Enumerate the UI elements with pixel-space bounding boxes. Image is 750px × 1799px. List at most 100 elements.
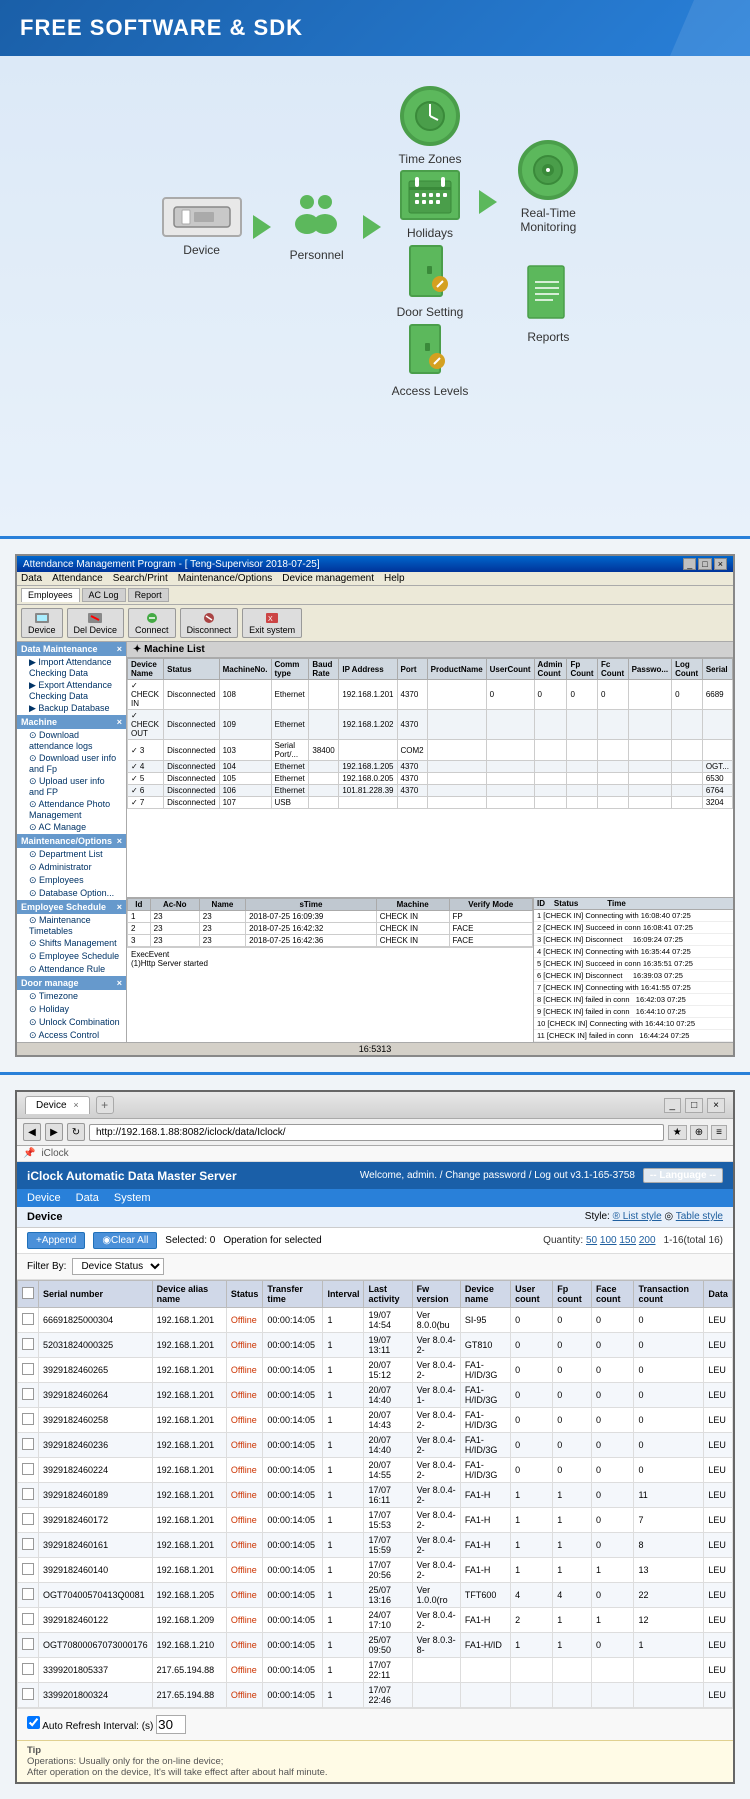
sidebar-dept[interactable]: ⊙ Department List bbox=[17, 848, 126, 861]
sidebar-admin[interactable]: ⊙ Administrator bbox=[17, 861, 126, 874]
table-row[interactable]: 3929182460265192.168.1.201Offline00:00:1… bbox=[18, 1358, 733, 1383]
qty-50[interactable]: 50 bbox=[586, 1235, 597, 1246]
select-all-checkbox[interactable] bbox=[22, 1287, 34, 1299]
qty-200[interactable]: 200 bbox=[639, 1235, 656, 1246]
bookmark-icon[interactable]: ⊕ bbox=[690, 1125, 708, 1140]
table-row[interactable]: ✓ 4Disconnected104Ethernet192.168.1.2054… bbox=[128, 761, 733, 773]
col-face[interactable]: Face count bbox=[592, 1281, 634, 1308]
win-close[interactable]: × bbox=[707, 1098, 725, 1113]
table-row[interactable]: 3929182460236192.168.1.201Offline00:00:1… bbox=[18, 1433, 733, 1458]
filter-select[interactable]: Device Status bbox=[72, 1258, 164, 1275]
sidebar-timetable[interactable]: ⊙ Maintenance Timetables bbox=[17, 914, 126, 937]
table-row[interactable]: 66691825000304192.168.1.201Offline00:00:… bbox=[18, 1308, 733, 1333]
table-row[interactable]: OGT70800067073000176192.168.1.210Offline… bbox=[18, 1633, 733, 1658]
sidebar-ac[interactable]: ⊙ AC Manage bbox=[17, 821, 126, 834]
star-icon[interactable]: ★ bbox=[668, 1125, 687, 1140]
table-row[interactable]: 3399201800324217.65.194.88Offline00:00:1… bbox=[18, 1683, 733, 1708]
sidebar-ul-user[interactable]: ⊙ Upload user info and FP bbox=[17, 775, 126, 798]
sidebar-employees[interactable]: ⊙ Employees bbox=[17, 874, 126, 887]
table-row[interactable]: 3929182460161192.168.1.201Offline00:00:1… bbox=[18, 1533, 733, 1558]
row-checkbox[interactable] bbox=[22, 1688, 34, 1700]
menu-attendance[interactable]: Attendance bbox=[52, 573, 103, 584]
table-style-btn[interactable]: Table style bbox=[676, 1211, 723, 1222]
qty-150[interactable]: 150 bbox=[619, 1235, 636, 1246]
sidebar-section-maintenance[interactable]: Maintenance/Options× bbox=[17, 834, 126, 848]
row-checkbox[interactable] bbox=[22, 1388, 34, 1400]
sidebar-section-schedule[interactable]: Employee Schedule× bbox=[17, 900, 126, 914]
sidebar-att-rule[interactable]: ⊙ Attendance Rule bbox=[17, 963, 126, 976]
row-checkbox[interactable] bbox=[22, 1513, 34, 1525]
qty-100[interactable]: 100 bbox=[600, 1235, 617, 1246]
menu-device[interactable]: Device management bbox=[282, 573, 374, 584]
row-checkbox[interactable] bbox=[22, 1413, 34, 1425]
row-checkbox[interactable] bbox=[22, 1538, 34, 1550]
table-row[interactable]: ✓ 6Disconnected106Ethernet101.81.228.394… bbox=[128, 785, 733, 797]
row-checkbox[interactable] bbox=[22, 1563, 34, 1575]
table-row[interactable]: ✓ 5Disconnected105Ethernet192.168.0.2054… bbox=[128, 773, 733, 785]
btn-exit[interactable]: X Exit system bbox=[242, 608, 302, 638]
btn-disconnect[interactable]: Disconnect bbox=[180, 608, 239, 638]
table-row[interactable]: 123232018-07-25 16:09:39CHECK INFP bbox=[128, 911, 533, 923]
row-checkbox[interactable] bbox=[22, 1363, 34, 1375]
table-row[interactable]: 3929182460122192.168.1.209Offline00:00:1… bbox=[18, 1608, 733, 1633]
col-transfer[interactable]: Transfer time bbox=[263, 1281, 323, 1308]
nav-device[interactable]: Device bbox=[27, 1192, 61, 1204]
table-row[interactable]: 323232018-07-25 16:42:36CHECK INFACE bbox=[128, 935, 533, 947]
tab-report[interactable]: Report bbox=[128, 588, 169, 602]
sw-window-controls[interactable]: _ □ × bbox=[683, 558, 727, 570]
append-btn[interactable]: +Append bbox=[27, 1232, 85, 1249]
row-checkbox[interactable] bbox=[22, 1613, 34, 1625]
row-checkbox[interactable] bbox=[22, 1588, 34, 1600]
sidebar-holiday[interactable]: ⊙ Holiday bbox=[17, 1003, 126, 1016]
sidebar-access[interactable]: ⊙ Access Control Privilege bbox=[17, 1029, 126, 1042]
url-bar[interactable]: http://192.168.1.88:8082/iclock/data/Icl… bbox=[89, 1124, 664, 1141]
table-row[interactable]: 3929182460189192.168.1.201Offline00:00:1… bbox=[18, 1483, 733, 1508]
tab-close-icon[interactable]: × bbox=[73, 1100, 78, 1110]
nav-forward-btn[interactable]: ▶ bbox=[45, 1123, 63, 1141]
btn-del-device[interactable]: Del Device bbox=[67, 608, 125, 638]
tab-aclog[interactable]: AC Log bbox=[82, 588, 126, 602]
tab-employees[interactable]: Employees bbox=[21, 588, 80, 602]
sidebar-section-door[interactable]: Door manage× bbox=[17, 976, 126, 990]
row-checkbox[interactable] bbox=[22, 1488, 34, 1500]
row-checkbox[interactable] bbox=[22, 1663, 34, 1675]
col-user[interactable]: User count bbox=[511, 1281, 553, 1308]
menu-data[interactable]: Data bbox=[21, 573, 42, 584]
table-row[interactable]: 3929182460140192.168.1.201Offline00:00:1… bbox=[18, 1558, 733, 1583]
table-row[interactable]: 223232018-07-25 16:42:32CHECK INFACE bbox=[128, 923, 533, 935]
btn-device[interactable]: Device bbox=[21, 608, 63, 638]
sidebar-export[interactable]: ▶ Export Attendance Checking Data bbox=[17, 679, 126, 702]
clear-all-btn[interactable]: ◉Clear All bbox=[93, 1232, 157, 1249]
col-last[interactable]: Last activity bbox=[364, 1281, 412, 1308]
nav-refresh-btn[interactable]: ↻ bbox=[67, 1123, 85, 1141]
row-checkbox[interactable] bbox=[22, 1313, 34, 1325]
browser-tab-device[interactable]: Device × bbox=[25, 1096, 90, 1114]
table-row[interactable]: 3929182460258192.168.1.201Offline00:00:1… bbox=[18, 1408, 733, 1433]
col-data[interactable]: Data bbox=[704, 1281, 733, 1308]
table-row[interactable]: 3929182460172192.168.1.201Offline00:00:1… bbox=[18, 1508, 733, 1533]
win-maximize[interactable]: □ bbox=[685, 1098, 703, 1113]
col-fw[interactable]: Fw version bbox=[412, 1281, 460, 1308]
col-fp[interactable]: Fp count bbox=[553, 1281, 592, 1308]
language-btn[interactable]: -- Language -- bbox=[643, 1168, 723, 1183]
nav-system[interactable]: System bbox=[114, 1192, 151, 1204]
sidebar-shifts[interactable]: ⊙ Shifts Management bbox=[17, 937, 126, 950]
table-row[interactable]: ✓ CHECK OUTDisconnected109Ethernet192.16… bbox=[128, 710, 733, 740]
new-tab-icon[interactable]: + bbox=[96, 1096, 114, 1114]
sidebar-backup[interactable]: ▶ Backup Database bbox=[17, 702, 126, 715]
table-row[interactable]: ✓ CHECK INDisconnected108Ethernet192.168… bbox=[128, 680, 733, 710]
sidebar-import[interactable]: ▶ Import Attendance Checking Data bbox=[17, 656, 126, 679]
win-minimize[interactable]: _ bbox=[664, 1098, 682, 1113]
col-serial[interactable]: Serial number bbox=[39, 1281, 153, 1308]
table-row[interactable]: OGT70400570413Q0081192.168.1.205Offline0… bbox=[18, 1583, 733, 1608]
menu-maintenance[interactable]: Maintenance/Options bbox=[178, 573, 273, 584]
sidebar-timezone[interactable]: ⊙ Timezone bbox=[17, 990, 126, 1003]
btn-connect[interactable]: Connect bbox=[128, 608, 176, 638]
table-row[interactable]: ✓ 3Disconnected103Serial Port/...38400CO… bbox=[128, 740, 733, 761]
settings-icon[interactable]: ≡ bbox=[711, 1125, 727, 1140]
refresh-interval-input[interactable] bbox=[156, 1715, 186, 1734]
table-row[interactable]: 3929182460264192.168.1.201Offline00:00:1… bbox=[18, 1383, 733, 1408]
menu-search[interactable]: Search/Print bbox=[113, 573, 168, 584]
nav-back-btn[interactable]: ◀ bbox=[23, 1123, 41, 1141]
col-devname[interactable]: Device name bbox=[460, 1281, 510, 1308]
